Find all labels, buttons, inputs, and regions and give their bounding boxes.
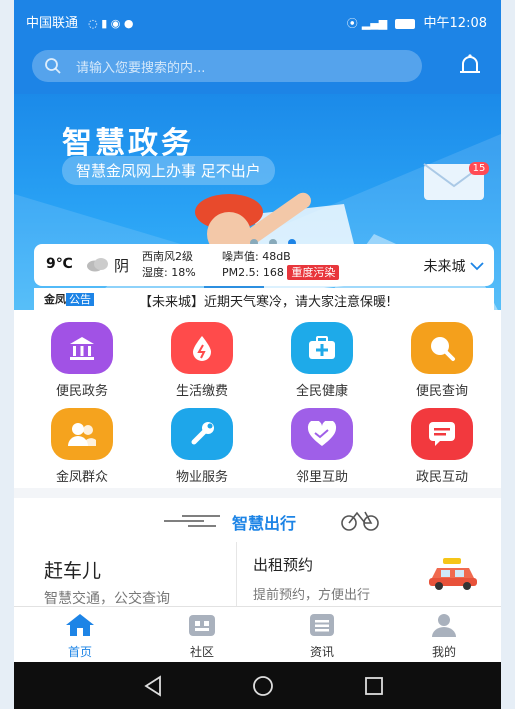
service-bill-pay[interactable]: 生活缴费 [142,312,262,399]
profile-icon [432,614,456,637]
city-selector[interactable]: 未来城 [424,256,484,276]
tab-home[interactable]: 首页 [20,613,140,660]
bottom-tab-bar: 首页 社区 资讯 我的 [14,606,501,663]
wind-label: 西南风2级 [142,250,193,263]
banner-subtitle: 智慧金凤网上办事 足不出户 [62,156,275,185]
service-label: 便民政务 [55,384,108,399]
back-icon[interactable] [142,675,164,701]
medical-kit-icon [291,322,353,374]
pm25-label: PM2.5: 168 重度污染 [222,265,340,281]
service-label: 全民健康 [295,384,348,399]
top-bar: 请输入您要搜索的内... [14,40,501,94]
mail-count-badge: 15 [469,162,489,175]
notification-bell-icon[interactable] [455,50,485,84]
battery-icon [395,18,416,29]
smart-travel-section: 智慧出行 赶车儿 智慧交通，公交查询 出租预约 提前预约，方便出行 [14,498,501,607]
bus-card-subtitle: 智慧交通，公交查询 [44,591,170,607]
weather-card[interactable]: 9℃ 阴 西南风2级 湿度: 18% 噪声值: 48dB PM2.5: 168 … [34,244,494,286]
building-icon [51,322,113,374]
service-label: 邻里互助 [295,470,348,485]
water-drop-icon [171,322,233,374]
service-label: 政民互动 [415,470,468,485]
community-icon [189,615,215,636]
notice-tag: 金凤 公告 [44,291,94,307]
service-gov-affairs[interactable]: 便民政务 [22,312,142,399]
home-circle-icon[interactable] [252,675,274,701]
notice-brand: 金凤 [44,293,66,306]
carrier-label: 中国联通 [26,16,79,31]
tab-community[interactable]: 社区 [142,613,262,660]
service-neighbor-help[interactable]: 邻里互助 [262,398,382,485]
notice-tag-label: 公告 [66,293,94,306]
frame-left-border [0,0,14,709]
weather-condition: 阴 [114,257,130,275]
service-health[interactable]: 全民健康 [262,312,382,399]
notice-bar[interactable]: 金凤 公告 【未来城】近期天气寒冷，请大家注意保暖! [34,288,494,310]
taxi-card-title: 出租预约 [253,556,314,574]
location-icon: ⦿ [346,17,358,30]
phone-screen: 中国联通 ◌ ▮ ◉ ● ⦿ ▂▄▆ 中午12:08 请输入您要搜索的内... [14,0,501,709]
pollution-badge: 重度污染 [287,265,340,280]
smart-travel-header: 智慧出行 [14,498,501,542]
chat-bubble-icon [411,408,473,460]
taxi-card-subtitle: 提前预约，方便出行 [253,588,371,603]
clock-label: 中午12:08 [423,16,487,31]
status-icons-left: ◌ ▮ ◉ ● [88,17,134,30]
service-community-people[interactable]: 金凤群众 [22,398,142,485]
service-property[interactable]: 物业服务 [142,398,262,485]
taxi-icon [425,556,481,594]
city-name: 未来城 [423,259,466,275]
status-bar: 中国联通 ◌ ▮ ◉ ● ⦿ ▂▄▆ 中午12:08 [14,0,501,40]
service-label: 金凤群众 [55,470,108,485]
heart-hands-icon [291,408,353,460]
wrench-icon [171,408,233,460]
news-icon [310,614,334,636]
tab-label: 我的 [431,645,456,659]
signal-icon: ▂▄▆ [361,17,388,30]
service-query[interactable]: 便民查询 [382,312,501,399]
taxi-card[interactable]: 出租预约 提前预约，方便出行 [237,542,501,606]
pm25-value: PM2.5: 168 [222,266,284,279]
cloud-icon [86,256,110,276]
people-icon [51,408,113,460]
smart-travel-title: 智慧出行 [232,514,297,533]
status-left: 中国联通 ◌ ▮ ◉ ● [26,12,134,31]
home-icon [66,614,94,636]
service-label: 物业服务 [175,470,228,485]
tab-profile[interactable]: 我的 [384,613,501,660]
tab-label: 首页 [67,645,92,659]
search-icon [44,57,62,79]
service-label: 便民查询 [415,384,468,399]
bus-card-title: 赶车儿 [44,560,102,582]
frame-right-border [501,0,515,709]
humidity-label: 湿度: 18% [142,266,196,279]
service-label: 生活缴费 [175,384,228,399]
tab-label: 社区 [189,645,214,659]
search-input[interactable]: 请输入您要搜索的内... [32,50,422,82]
speed-lines-icon [164,512,220,532]
system-nav-bar [14,662,501,709]
tab-news[interactable]: 资讯 [262,613,382,660]
status-right: ⦿ ▂▄▆ 中午12:08 [347,12,487,31]
notice-text: 【未来城】近期天气寒冷，请大家注意保暖! [139,295,392,310]
magnifier-icon [411,322,473,374]
service-gov-interact[interactable]: 政民互动 [382,398,501,485]
recent-apps-icon[interactable] [364,676,384,700]
chevron-down-icon [470,259,484,275]
wind-humidity: 西南风2级 湿度: 18% [142,249,196,281]
bicycle-icon [340,508,380,536]
bus-card[interactable]: 赶车儿 智慧交通，公交查询 [14,542,237,607]
tab-label: 资讯 [309,645,334,659]
services-grid: 便民政务 生活缴费 全民健康 便民查询 金凤群众 物业服务 邻里互助 政民互动 [14,310,501,488]
search-placeholder: 请输入您要搜索的内... [76,61,206,76]
temperature: 9℃ [46,256,73,272]
noise-pm: 噪声值: 48dB PM2.5: 168 重度污染 [222,249,340,281]
noise-label: 噪声值: 48dB [222,250,291,263]
